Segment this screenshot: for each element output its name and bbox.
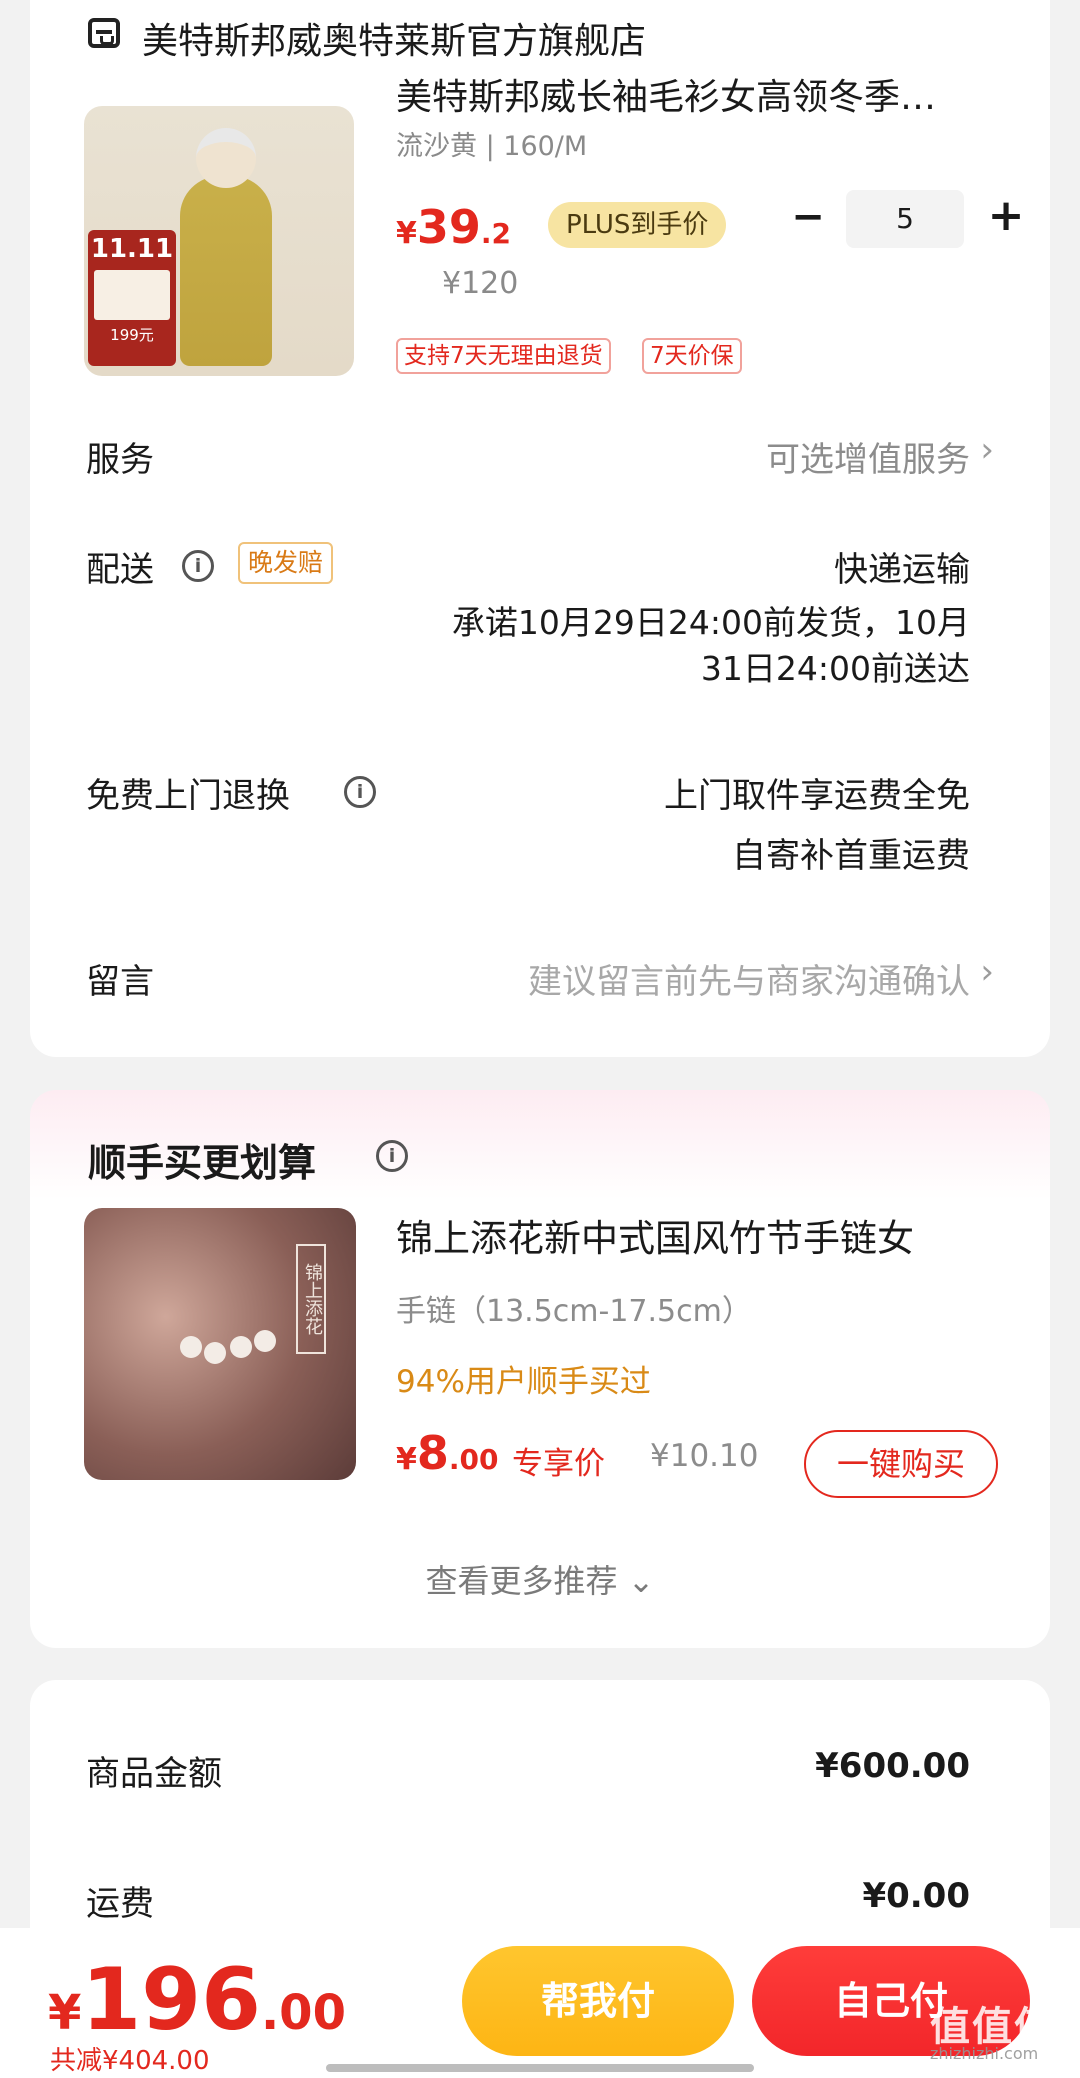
store-name[interactable]: 美特斯邦威奥特莱斯官方旗舰店 [142,12,646,64]
recommend-original-price: ¥10.10 [650,1438,759,1474]
goods-amount-label: 商品金额 [86,1754,222,1794]
recommend-price: ¥8.00 [396,1426,499,1480]
service-value[interactable]: 可选增值服务 [766,432,970,481]
price-integer: 196 [81,1950,261,2050]
promo-badge: 11.11 199元 [88,230,176,366]
one-click-buy-button[interactable]: 一键购买 [804,1430,998,1498]
recommend-title: 顺手买更划算 [88,1141,317,1185]
service-label: 服务 [86,440,154,480]
price-symbol: ¥ [396,1442,417,1477]
bracelet-bead [204,1342,226,1364]
exclusive-price-label: 专享价 [512,1446,605,1482]
delivery-label: 配送 [86,550,154,590]
home-indicator[interactable] [326,2064,754,2072]
service-chevron-icon[interactable]: › [980,430,994,470]
message-chevron-icon[interactable]: › [980,952,994,992]
price-protect-tag: 7天价保 [642,338,742,374]
plus-price-tag: PLUS到手价 [548,202,727,248]
goods-amount-value: ¥600.00 [815,1746,970,1786]
price-decimal: .00 [260,1985,346,2041]
shipping-value: ¥0.00 [862,1876,970,1916]
bracelet-bead [254,1330,276,1352]
free-return-line1: 上门取件享运费全免 [664,776,970,816]
total-price: ¥196.00 [48,1950,346,2050]
quantity-input[interactable]: 5 [846,190,964,248]
bracelet-bead [230,1336,252,1358]
price-integer: 39 [416,200,481,254]
promo-badge-sheet [94,270,170,320]
promo-badge-price: 199元 [110,326,154,344]
price-decimal: .00 [448,1443,499,1476]
price-decimal: .2 [480,217,512,250]
product-image[interactable]: 11.11 199元 [84,106,354,376]
product-title[interactable]: 美特斯邦威长袖毛衫女高领冬季… [396,68,1016,120]
help-me-pay-button[interactable]: 帮我付 [462,1946,734,2056]
price-integer: 8 [416,1426,449,1480]
delivery-info-icon[interactable]: i [182,550,214,582]
product-original-price: ¥120 [442,266,519,301]
recommend-info-icon[interactable]: i [376,1140,408,1172]
see-more-recommend-link[interactable]: 查看更多推荐 ⌄ [30,1556,1050,1602]
total-discount[interactable]: 共减¥404.00 [50,2040,210,2077]
free-return-info-icon[interactable]: i [344,776,376,808]
bracelet-bead [180,1336,202,1358]
recommend-product-spec[interactable]: 手链（13.5cm-17.5cm） [396,1286,752,1330]
return-policy-tag: 支持7天无理由退货 [396,338,611,374]
late-compensation-tag: 晚发赔 [238,542,334,584]
quantity-increase-button[interactable]: + [986,194,1026,238]
quantity-decrease-button[interactable]: − [790,197,826,237]
delivery-promise-line2: 31日24:00前送达 [700,649,970,688]
delivery-method: 快递运输 [834,550,970,590]
checkout-bar: ¥196.00 共减¥404.00 帮我付 自己付 值值值 zhizhizhi.… [0,1928,1080,2078]
model-figure [180,176,272,366]
store-icon [88,18,120,48]
delivery-promise-line1: 承诺10月29日24:00前发货，10月 [451,603,970,642]
store-order-card: 美特斯邦威奥特莱斯官方旗舰店 11.11 199元 美特斯邦威长袖毛衫女高领冬季… [30,0,1050,1057]
recommend-card: 顺手买更划算 i 锦上添花 锦上添花新中式国风竹节手链女 手链（13.5cm-1… [30,1090,1050,1648]
free-return-label: 免费上门退换 [86,776,290,816]
free-return-line2: 自寄补首重运费 [732,836,970,876]
message-input[interactable]: 建议留言前先与商家沟通确认 [528,954,970,1003]
shipping-label: 运费 [86,1884,154,1924]
recommend-bought-rate: 94%用户顺手买过 [396,1364,651,1400]
image-caption: 锦上添花 [296,1244,326,1354]
price-symbol: ¥ [396,216,417,251]
product-price: ¥39.2 [396,200,511,254]
message-label: 留言 [86,962,154,1002]
product-sku[interactable]: 流沙黄 | 160/M [396,124,587,163]
promo-badge-title: 11.11 [90,234,174,264]
recommend-product-name[interactable]: 锦上添花新中式国风竹节手链女 [396,1208,914,1262]
price-symbol: ¥ [48,1985,82,2041]
model-head [196,128,256,188]
site-watermark-url: zhizhizhi.com [930,2044,1039,2063]
recommend-product-image[interactable]: 锦上添花 [84,1208,356,1480]
